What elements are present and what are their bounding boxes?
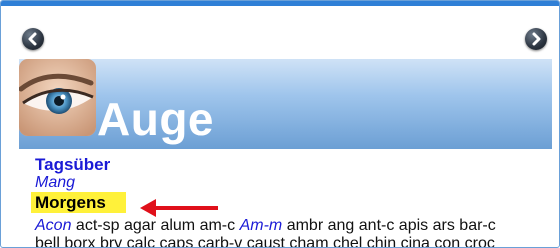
remedy-link-am-m[interactable]: Am-m bbox=[240, 217, 283, 234]
remedy-link-ang[interactable]: ang bbox=[328, 217, 355, 234]
remedy-link-chel[interactable]: chel bbox=[333, 235, 362, 247]
eye-icon bbox=[19, 59, 96, 136]
remedy-link-agar[interactable]: agar bbox=[124, 217, 156, 234]
remedy-link-alum[interactable]: alum bbox=[160, 217, 195, 234]
eye-image bbox=[19, 59, 96, 136]
remedy-link-borx[interactable]: borx bbox=[64, 235, 95, 247]
remedy-link-con[interactable]: con bbox=[434, 235, 460, 247]
section-heading-tagsueber: Tagsüber bbox=[35, 155, 111, 174]
remedy-link-calc[interactable]: calc bbox=[127, 235, 155, 247]
remedy-link-am-c[interactable]: am-c bbox=[200, 217, 236, 234]
remedy-link-caust[interactable]: caust bbox=[247, 235, 285, 247]
remedy-list-line-1: Acon act-sp agar alum am-c Am-m ambr ang… bbox=[35, 217, 555, 235]
remedy-link-ars[interactable]: ars bbox=[433, 217, 455, 234]
remedy-link-caps[interactable]: caps bbox=[160, 235, 194, 247]
remedy-link-cham[interactable]: cham bbox=[289, 235, 328, 247]
app-window: Auge Tagsüber Mang Morgens Acon act-sp a… bbox=[0, 0, 560, 248]
remedy-link-bar-c[interactable]: bar-c bbox=[459, 217, 495, 234]
content-area: Tagsüber Mang Morgens bbox=[31, 155, 555, 213]
remedy-link-ant-c[interactable]: ant-c bbox=[359, 217, 395, 234]
previous-page-button[interactable] bbox=[22, 28, 44, 50]
remedy-link-mang[interactable]: Mang bbox=[35, 174, 555, 192]
remedy-link-carb-v[interactable]: carb-v bbox=[198, 235, 242, 247]
next-page-button[interactable] bbox=[525, 28, 547, 50]
top-accent-bar bbox=[1, 1, 559, 6]
red-arrow-icon bbox=[140, 199, 218, 217]
remedy-link-acon[interactable]: Acon bbox=[35, 217, 71, 234]
page-title: Auge bbox=[97, 93, 214, 145]
remedy-list-line-2: bell borx bry calc caps carb-v caust cha… bbox=[35, 235, 555, 247]
remedy-link-bell[interactable]: bell bbox=[35, 235, 60, 247]
chevron-left-icon bbox=[28, 32, 37, 46]
remedy-link-ambr[interactable]: ambr bbox=[287, 217, 323, 234]
remedy-link-act-sp[interactable]: act-sp bbox=[76, 217, 120, 234]
remedy-link-apis[interactable]: apis bbox=[399, 217, 428, 234]
chevron-right-icon bbox=[532, 32, 541, 46]
section-heading-morgens: Morgens bbox=[31, 192, 126, 213]
remedy-link-bry[interactable]: bry bbox=[100, 235, 122, 247]
remedy-link-chin[interactable]: chin bbox=[367, 235, 396, 247]
remedy-link-cina[interactable]: cina bbox=[401, 235, 430, 247]
remedy-link-croc[interactable]: croc bbox=[465, 235, 495, 247]
